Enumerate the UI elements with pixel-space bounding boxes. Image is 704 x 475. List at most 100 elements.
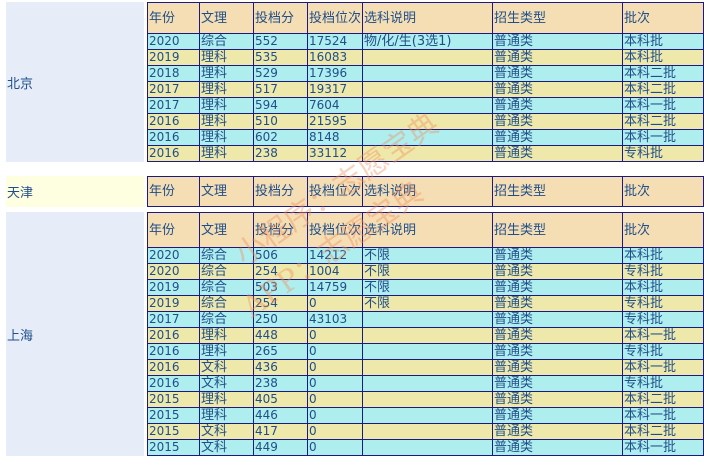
province-name: 上海 xyxy=(6,212,144,456)
table-cell: 文科 xyxy=(199,375,254,392)
table-cell: 不限 xyxy=(362,279,493,296)
table-cell: 普通类 xyxy=(492,439,623,456)
table-cell: 436 xyxy=(253,359,308,376)
table-cell: 552 xyxy=(253,33,308,50)
table-cell: 专科批 xyxy=(622,311,704,328)
table-cell: 理科 xyxy=(199,129,254,146)
table-cell: 19317 xyxy=(307,81,363,98)
table-cell: 2019 xyxy=(147,49,200,66)
table-cell: 503 xyxy=(253,279,308,296)
table-cell: 本科批 xyxy=(622,49,704,66)
table-cell: 517 xyxy=(253,81,308,98)
table-cell: 14759 xyxy=(307,279,363,296)
column-header: 投档分 xyxy=(253,176,308,207)
table-cell: 7604 xyxy=(307,97,363,114)
table-cell xyxy=(362,65,493,82)
table-cell: 0 xyxy=(307,327,363,344)
table-header-row: 年份 文理 投档分 投档位次 选科说明 招生类型 批次 xyxy=(147,176,704,207)
table-row: 2019 综合 254 0 不限 普通类 专科批 xyxy=(147,295,704,312)
table-cell: 普通类 xyxy=(492,65,623,82)
table-cell: 普通类 xyxy=(492,113,623,130)
table-cell: 理科 xyxy=(199,97,254,114)
table-header-row: 年份 文理 投档分 投档位次 选科说明 招生类型 批次 xyxy=(147,2,704,34)
table-row: 2015 文科 449 0 普通类 本科一批 xyxy=(147,439,704,456)
table-cell: 本科批 xyxy=(622,279,704,296)
table-cell: 2015 xyxy=(147,439,200,456)
scores-table: 年份 文理 投档分 投档位次 选科说明 招生类型 批次 2020 综合 552 17524 物/化/生… xyxy=(147,2,704,162)
table-cell: 0 xyxy=(307,439,363,456)
table-cell: 普通类 xyxy=(492,375,623,392)
table-cell: 本科一批 xyxy=(622,439,704,456)
table-cell: 普通类 xyxy=(492,97,623,114)
table-cell: 普通类 xyxy=(492,311,623,328)
table-cell: 不限 xyxy=(362,247,493,264)
table-cell: 2015 xyxy=(147,423,200,440)
table-cell: 普通类 xyxy=(492,407,623,424)
province-block: 上海 年份 文理 投档分 投档位次 选科说明 招生类型 批次 2020 综合 506 14212 不限普… xyxy=(6,212,704,456)
table-cell xyxy=(362,375,493,392)
table-cell: 238 xyxy=(253,375,308,392)
table-row: 2015 文科 417 0 普通类 本科二批 xyxy=(147,423,704,440)
table-cell: 265 xyxy=(253,343,308,360)
table-cell: 238 xyxy=(253,145,308,162)
table-row: 2015 理科 446 0 普通类 本科一批 xyxy=(147,407,704,424)
table-row: 2017 理科 594 7604 普通类 本科一批 xyxy=(147,97,704,114)
table-cell: 2018 xyxy=(147,65,200,82)
column-header: 投档分 xyxy=(253,212,308,248)
table-cell xyxy=(362,343,493,360)
table-row: 2017 理科 517 19317 普通类 本科二批 xyxy=(147,81,704,98)
table-cell: 本科一批 xyxy=(622,327,704,344)
table-cell: 专科批 xyxy=(622,343,704,360)
table-cell: 448 xyxy=(253,327,308,344)
table-cell: 2019 xyxy=(147,279,200,296)
table-cell: 文科 xyxy=(199,359,254,376)
scores-table: 年份 文理 投档分 投档位次 选科说明 招生类型 批次 xyxy=(147,176,704,207)
table-cell: 综合 xyxy=(199,311,254,328)
table-cell: 2020 xyxy=(147,247,200,264)
table-cell: 理科 xyxy=(199,81,254,98)
table-cell xyxy=(362,81,493,98)
table-cell: 理科 xyxy=(199,327,254,344)
table-cell: 14212 xyxy=(307,247,363,264)
table-row: 2015 理科 405 0 普通类 本科二批 xyxy=(147,391,704,408)
column-header: 文理 xyxy=(199,176,254,207)
table-cell: 33112 xyxy=(307,145,363,162)
table-cell: 综合 xyxy=(199,279,254,296)
table-cell: 2015 xyxy=(147,391,200,408)
column-header: 投档分 xyxy=(253,2,308,34)
table-cell: 本科二批 xyxy=(622,65,704,82)
table-cell: 535 xyxy=(253,49,308,66)
table-cell: 0 xyxy=(307,359,363,376)
table-cell: 专科批 xyxy=(622,375,704,392)
table-cell: 2016 xyxy=(147,343,200,360)
table-cell: 本科一批 xyxy=(622,129,704,146)
table-cell xyxy=(362,145,493,162)
table-row: 2017 综合 250 43103 普通类 专科批 xyxy=(147,311,704,328)
table-cell xyxy=(362,359,493,376)
table-cell: 2015 xyxy=(147,407,200,424)
table-row: 2019 综合 503 14759 不限 普通类 本科批 xyxy=(147,279,704,296)
table-cell: 2019 xyxy=(147,295,200,312)
table-cell: 449 xyxy=(253,439,308,456)
column-header: 招生类型 xyxy=(492,212,623,248)
table-cell: 普通类 xyxy=(492,129,623,146)
table-cell: 普通类 xyxy=(492,33,623,50)
table-cell: 2016 xyxy=(147,113,200,130)
column-header: 批次 xyxy=(622,176,704,207)
table-cell: 不限 xyxy=(362,295,493,312)
table-cell: 普通类 xyxy=(492,81,623,98)
table-cell: 普通类 xyxy=(492,391,623,408)
table-cell xyxy=(362,97,493,114)
table-cell: 0 xyxy=(307,375,363,392)
table-cell: 2017 xyxy=(147,97,200,114)
table-row: 2020 综合 506 14212 不限 普通类 本科批 xyxy=(147,247,704,264)
table-cell: 1004 xyxy=(307,263,363,280)
table-cell: 0 xyxy=(307,423,363,440)
table-cell: 2020 xyxy=(147,33,200,50)
table-cell: 理科 xyxy=(199,113,254,130)
table-cell: 0 xyxy=(307,391,363,408)
table-cell: 0 xyxy=(307,407,363,424)
table-cell: 417 xyxy=(253,423,308,440)
table-cell: 510 xyxy=(253,113,308,130)
table-cell: 综合 xyxy=(199,295,254,312)
